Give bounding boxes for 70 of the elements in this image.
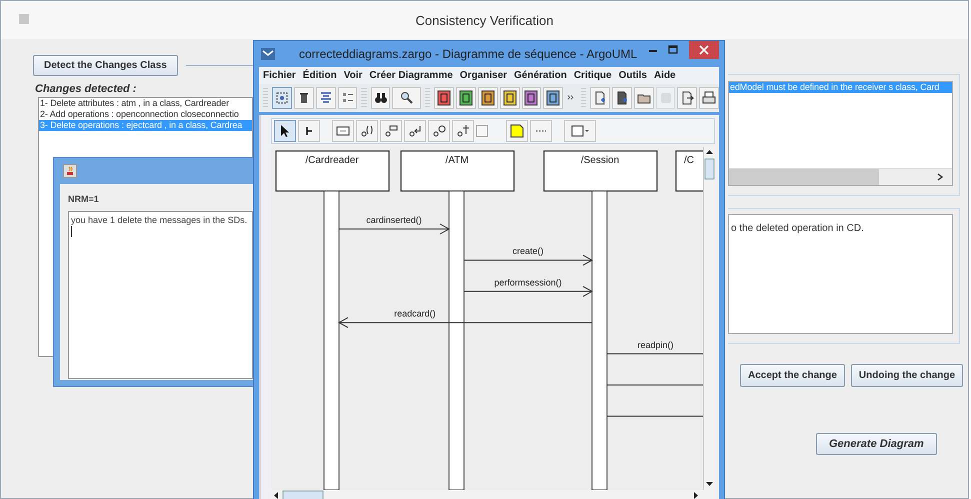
send-tool-icon[interactable] <box>380 120 402 142</box>
vertical-scrollbar[interactable] <box>703 147 715 490</box>
list-item[interactable]: 1- Delete attributes : atm , in a class, Cardreader <box>39 98 252 109</box>
message-label: create() <box>512 246 544 256</box>
menu-item[interactable]: Organiser <box>460 70 508 81</box>
pointer-icon[interactable] <box>274 120 296 142</box>
call-tool-icon[interactable] <box>356 120 378 142</box>
message-text: you have 1 delete the messages in the SDs. <box>71 215 248 225</box>
new-file-icon[interactable] <box>590 87 610 109</box>
print-icon[interactable] <box>699 87 719 109</box>
trash-icon[interactable] <box>294 87 314 109</box>
object-name: /ATM <box>445 155 469 166</box>
java-cup-icon <box>63 164 77 178</box>
shape-dropdown-icon[interactable] <box>564 120 596 142</box>
diagram-icon[interactable] <box>522 87 542 109</box>
detect-button[interactable]: Detect the Changes Class <box>33 55 178 76</box>
app-icon <box>261 48 275 60</box>
diagram-icon[interactable] <box>434 87 454 109</box>
horizontal-scrollbar[interactable] <box>729 168 952 185</box>
object-name: /Session <box>580 155 620 166</box>
solution-text-area[interactable]: o the deleted operation in CD. <box>728 214 953 334</box>
folder-icon[interactable] <box>634 87 654 109</box>
nrm-label: NRM=1 <box>68 194 100 204</box>
diagram-icon[interactable] <box>500 87 520 109</box>
generate-diagram-button[interactable]: Generate Diagram <box>816 433 937 455</box>
horizontal-scrollbar[interactable] <box>271 490 715 499</box>
message-label: readpin() <box>637 340 674 350</box>
solution-text: o the deleted operation in CD. <box>731 223 864 234</box>
message-label: performsession() <box>494 277 562 288</box>
diagram-icon[interactable] <box>478 87 498 109</box>
scroll-right-icon[interactable] <box>936 173 944 181</box>
undo-button[interactable]: Undoing the change <box>850 364 964 387</box>
diagram-icon[interactable] <box>543 87 564 109</box>
close-button[interactable] <box>689 41 719 59</box>
list-item[interactable]: 2- Add operations : openconnection closeconnectio <box>39 109 252 120</box>
list-icon[interactable] <box>338 87 358 109</box>
text-caret <box>71 226 72 237</box>
return-tool-icon[interactable] <box>404 120 426 142</box>
window-title: correcteddiagrams.zargo - Diagramme de séquence - ArgoUML <box>299 47 638 61</box>
menu-item[interactable]: Voir <box>344 70 362 81</box>
object-name: /Cardreader <box>305 155 359 166</box>
close-icon <box>699 45 709 55</box>
align-icon[interactable] <box>316 87 336 109</box>
window-title: Consistency Verification <box>415 12 554 28</box>
message-text-area[interactable]: you have 1 delete the messages in the SDs. <box>68 211 253 379</box>
menu-item[interactable]: Génération <box>514 70 567 81</box>
menu-item[interactable]: Outils <box>618 70 647 81</box>
destroy-tool-icon[interactable] <box>452 120 474 142</box>
checkbox-icon[interactable] <box>476 125 488 137</box>
menu-item[interactable]: Édition <box>302 70 337 81</box>
accept-button[interactable]: Accept the change <box>740 364 845 387</box>
new-file-icon[interactable] <box>612 87 632 109</box>
create-tool-icon[interactable] <box>428 120 450 142</box>
menu-item[interactable]: Créer Diagramme <box>369 70 453 81</box>
lifeline-tool-icon[interactable] <box>298 120 320 142</box>
message-label: cardinserted() <box>366 215 422 225</box>
note-icon[interactable] <box>506 120 528 142</box>
menu-item[interactable]: Aide <box>654 70 676 81</box>
group-title: Changes detected : <box>35 83 138 95</box>
menu-item[interactable]: Fichier <box>263 70 296 81</box>
zoom-icon[interactable] <box>392 87 422 109</box>
export-icon[interactable] <box>677 87 698 109</box>
app-icon <box>19 14 29 24</box>
search-icon[interactable] <box>370 87 390 109</box>
selection-icon[interactable] <box>272 87 292 109</box>
diagram-icon[interactable] <box>456 87 476 109</box>
object-tool-icon[interactable] <box>332 120 354 142</box>
object-name: /C <box>684 155 694 166</box>
menu-item[interactable]: Critique <box>574 70 612 81</box>
message-label: readcard() <box>394 308 436 319</box>
